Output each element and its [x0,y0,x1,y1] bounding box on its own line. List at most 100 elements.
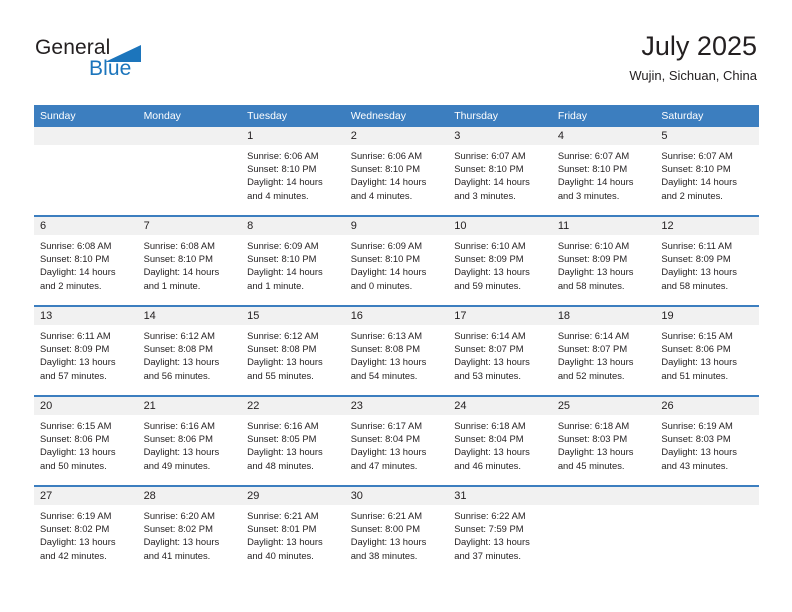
sunset-time: Sunset: 8:09 PM [661,253,731,265]
day-details: Sunrise: 6:18 AM Sunset: 8:04 PM Daylight:… [448,415,552,472]
logo-text-blue: Blue [89,57,132,80]
day-details: Sunrise: 6:20 AM Sunset: 8:02 PM Daylight:… [138,505,242,562]
calendar-day-cell[interactable]: 26 Sunrise: 6:19 AM Sunset: 8:03 PM Dayligh… [655,395,759,486]
weekday-header-monday: Monday [137,105,242,127]
calendar-empty-cell [34,127,138,216]
calendar-day-cell[interactable]: 15 Sunrise: 6:12 AM Sunset: 8:08 PM Dayligh… [241,305,345,396]
sunset-time: Sunset: 8:00 PM [350,523,420,535]
calendar-day-cell[interactable]: 19 Sunrise: 6:15 AM Sunset: 8:06 PM Dayligh… [655,305,759,396]
daylight-duration: Daylight: 14 hours and 4 minutes. [247,176,323,201]
calendar-day-cell[interactable]: 30 Sunrise: 6:21 AM Sunset: 8:00 PM Dayligh… [344,485,449,575]
day-details: Sunrise: 6:08 AM Sunset: 8:10 PM Daylight:… [138,235,242,292]
sunset-time: Sunset: 8:01 PM [247,523,317,535]
sunset-time: Sunset: 8:10 PM [661,163,731,175]
daylight-duration: Daylight: 13 hours and 46 minutes. [454,446,530,471]
day-number: 5 [655,127,759,145]
sunset-time: Sunset: 8:05 PM [247,433,317,445]
day-number: 11 [551,217,656,235]
weekday-header-thursday: Thursday [448,105,552,127]
daylight-duration: Daylight: 14 hours and 1 minute. [143,266,220,291]
day-details: Sunrise: 6:12 AM Sunset: 8:08 PM Daylight:… [138,325,242,382]
day-number: 14 [137,307,242,325]
calendar-day-cell[interactable]: 10 Sunrise: 6:10 AM Sunset: 8:09 PM Dayligh… [448,215,552,306]
calendar-day-cell[interactable]: 27 Sunrise: 6:19 AM Sunset: 8:02 PM Dayligh… [34,485,138,575]
calendar-day-cell[interactable]: 16 Sunrise: 6:13 AM Sunset: 8:08 PM Dayligh… [344,305,449,396]
calendar-empty-cell [137,127,242,216]
daylight-duration: Daylight: 13 hours and 41 minutes. [143,536,220,561]
sunset-time: Sunset: 8:06 PM [40,433,110,445]
calendar-day-cell[interactable]: 13 Sunrise: 6:11 AM Sunset: 8:09 PM Dayligh… [34,305,138,396]
calendar-day-cell[interactable]: 28 Sunrise: 6:20 AM Sunset: 8:02 PM Dayligh… [137,485,242,575]
day-details: Sunrise: 6:11 AM Sunset: 8:09 PM Daylight:… [655,235,759,292]
calendar-day-cell[interactable]: 14 Sunrise: 6:12 AM Sunset: 8:08 PM Dayligh… [137,305,242,396]
calendar-day-cell[interactable]: 6 Sunrise: 6:08 AM Sunset: 8:10 PM Daylight… [34,215,138,306]
daylight-duration: Daylight: 14 hours and 3 minutes. [454,176,530,201]
calendar-day-cell[interactable]: 12 Sunrise: 6:11 AM Sunset: 8:09 PM Dayligh… [655,215,759,306]
daylight-duration: Daylight: 14 hours and 0 minutes. [350,266,427,291]
sunrise-time: Sunrise: 6:18 AM [557,420,630,431]
calendar-day-cell[interactable]: 5 Sunrise: 6:07 AM Sunset: 8:10 PM Daylight… [655,127,759,216]
daylight-duration: Daylight: 13 hours and 57 minutes. [40,356,116,381]
calendar-day-cell[interactable]: 21 Sunrise: 6:16 AM Sunset: 8:06 PM Dayligh… [137,395,242,486]
daylight-duration: Daylight: 13 hours and 56 minutes. [143,356,220,381]
day-details: Sunrise: 6:06 AM Sunset: 8:10 PM Daylight:… [345,145,449,202]
day-number: 30 [344,487,449,505]
sunrise-time: Sunrise: 6:22 AM [454,510,526,521]
day-details: Sunrise: 6:21 AM Sunset: 8:01 PM Daylight:… [241,505,345,562]
sunset-time: Sunset: 8:10 PM [247,253,317,265]
day-number: 7 [137,217,242,235]
calendar-week-row: 13 Sunrise: 6:11 AM Sunset: 8:09 PM Dayligh… [34,305,759,396]
day-details: Sunrise: 6:16 AM Sunset: 8:05 PM Daylight:… [241,415,345,472]
calendar-day-cell[interactable]: 31 Sunrise: 6:22 AM Sunset: 7:59 PM Dayligh… [448,485,552,575]
calendar-day-cell[interactable]: 20 Sunrise: 6:15 AM Sunset: 8:06 PM Dayligh… [34,395,138,486]
sunrise-time: Sunrise: 6:06 AM [247,150,319,161]
calendar-day-cell[interactable]: 25 Sunrise: 6:18 AM Sunset: 8:03 PM Dayligh… [551,395,656,486]
sunset-time: Sunset: 8:04 PM [350,433,420,445]
calendar-week-row: 27 Sunrise: 6:19 AM Sunset: 8:02 PM Dayligh… [34,485,759,575]
day-number [137,127,242,145]
day-number: 28 [137,487,242,505]
calendar-day-cell[interactable]: 2 Sunrise: 6:06 AM Sunset: 8:10 PM Daylight… [344,127,449,216]
day-number: 20 [34,397,138,415]
calendar-day-cell[interactable]: 23 Sunrise: 6:17 AM Sunset: 8:04 PM Dayligh… [344,395,449,486]
sunrise-time: Sunrise: 6:21 AM [350,510,423,521]
sunrise-time: Sunrise: 6:06 AM [350,150,423,161]
weekday-header-sunday: Sunday [34,105,138,127]
calendar-day-cell[interactable]: 8 Sunrise: 6:09 AM Sunset: 8:10 PM Daylight… [241,215,345,306]
general-blue-logo[interactable]: General Blue [35,36,165,84]
weekday-header-tuesday: Tuesday [241,105,345,127]
calendar-day-cell[interactable]: 24 Sunrise: 6:18 AM Sunset: 8:04 PM Dayligh… [448,395,552,486]
calendar-day-cell[interactable]: 11 Sunrise: 6:10 AM Sunset: 8:09 PM Dayligh… [551,215,656,306]
day-number: 19 [655,307,759,325]
sunset-time: Sunset: 8:02 PM [40,523,110,535]
calendar-day-cell[interactable]: 18 Sunrise: 6:14 AM Sunset: 8:07 PM Dayligh… [551,305,656,396]
sunrise-time: Sunrise: 6:20 AM [143,510,215,521]
sunrise-time: Sunrise: 6:12 AM [143,330,215,341]
calendar-day-cell[interactable]: 9 Sunrise: 6:09 AM Sunset: 8:10 PM Daylight… [344,215,449,306]
calendar-day-cell[interactable]: 1 Sunrise: 6:06 AM Sunset: 8:10 PM Daylight… [241,127,345,216]
daylight-duration: Daylight: 13 hours and 50 minutes. [40,446,116,471]
daylight-duration: Daylight: 13 hours and 55 minutes. [247,356,323,381]
sunrise-time: Sunrise: 6:21 AM [247,510,319,521]
day-number: 21 [137,397,242,415]
calendar-body: 1 Sunrise: 6:06 AM Sunset: 8:10 PM Daylight… [34,127,759,575]
sunset-time: Sunset: 8:08 PM [350,343,420,355]
day-details: Sunrise: 6:09 AM Sunset: 8:10 PM Daylight:… [345,235,449,292]
calendar-grid: Sunday Monday Tuesday Wednesday Thursday… [34,105,759,575]
sunset-time: Sunset: 8:07 PM [557,343,628,355]
calendar-day-cell[interactable]: 22 Sunrise: 6:16 AM Sunset: 8:05 PM Dayligh… [241,395,345,486]
day-number: 2 [344,127,449,145]
calendar-day-cell[interactable]: 29 Sunrise: 6:21 AM Sunset: 8:01 PM Dayligh… [241,485,345,575]
calendar-day-cell[interactable]: 4 Sunrise: 6:07 AM Sunset: 8:10 PM Daylight… [551,127,656,216]
sunrise-time: Sunrise: 6:19 AM [40,510,112,521]
day-number: 17 [448,307,552,325]
sunrise-time: Sunrise: 6:11 AM [661,240,733,251]
calendar-day-cell[interactable]: 17 Sunrise: 6:14 AM Sunset: 8:07 PM Dayligh… [448,305,552,396]
sunrise-time: Sunrise: 6:14 AM [557,330,630,341]
calendar-day-cell[interactable]: 7 Sunrise: 6:08 AM Sunset: 8:10 PM Daylight… [137,215,242,306]
sunrise-time: Sunrise: 6:08 AM [143,240,215,251]
day-number: 15 [241,307,345,325]
calendar-day-cell[interactable]: 3 Sunrise: 6:07 AM Sunset: 8:10 PM Daylight… [448,127,552,216]
sunrise-time: Sunrise: 6:15 AM [40,420,112,431]
daylight-duration: Daylight: 13 hours and 38 minutes. [350,536,427,561]
